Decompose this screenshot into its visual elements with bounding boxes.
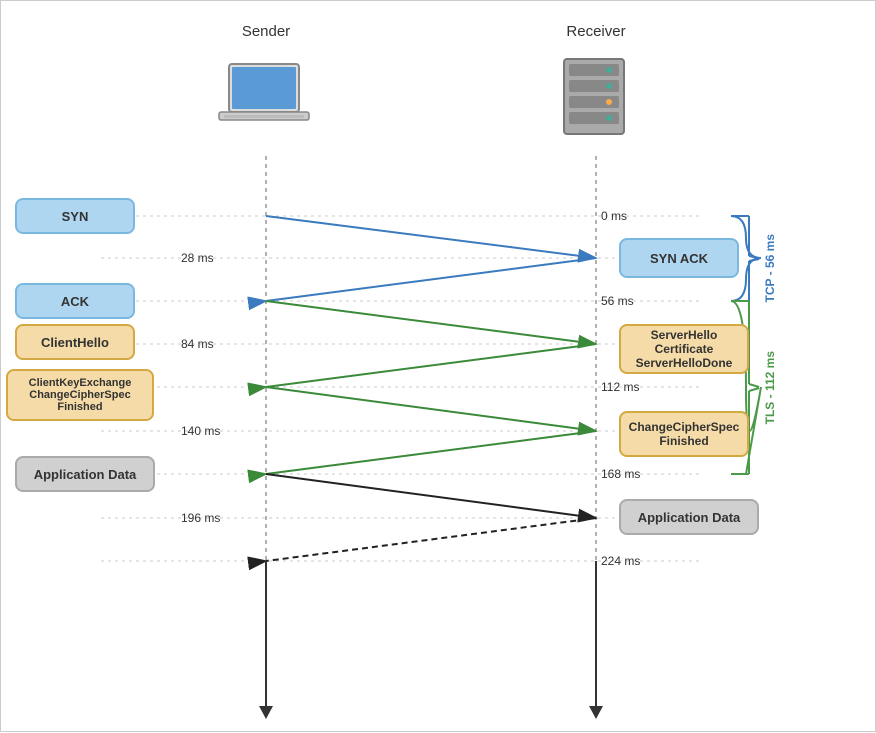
- time-168ms: 168 ms: [601, 467, 640, 481]
- app-data-sender-box: Application Data: [15, 456, 155, 492]
- receiver-icon: [529, 46, 659, 151]
- time-112ms: 112 ms: [601, 380, 639, 394]
- time-196ms: 196 ms: [181, 511, 220, 525]
- syn-ack-box: SYN ACK: [619, 238, 739, 278]
- tcp-label: TCP - 56 ms: [763, 234, 777, 302]
- ack-box: ACK: [15, 283, 135, 319]
- sender-label: Sender: [196, 23, 336, 40]
- diagram: Sender Receiver 0 ms: [0, 0, 876, 732]
- app-data-receiver-box: Application Data: [619, 499, 759, 535]
- time-0ms: 0 ms: [601, 209, 627, 223]
- syn-box: SYN: [15, 198, 135, 234]
- client-key-exchange-box: ClientKeyExchange ChangeCipherSpec Finis…: [6, 369, 154, 421]
- time-224ms: 224 ms: [601, 554, 640, 568]
- change-cipher-finished-box: ChangeCipherSpec Finished: [619, 411, 749, 457]
- time-84ms: 84 ms: [181, 337, 214, 351]
- server-hello-box: ServerHello Certificate ServerHelloDone: [619, 324, 749, 374]
- client-hello-box: ClientHello: [15, 324, 135, 360]
- sender-icon: [199, 46, 329, 151]
- time-28ms: 28 ms: [181, 251, 214, 265]
- tls-label: TLS - 112 ms: [763, 351, 777, 424]
- receiver-label: Receiver: [526, 23, 666, 40]
- time-56ms: 56 ms: [601, 294, 634, 308]
- time-140ms: 140 ms: [181, 424, 220, 438]
